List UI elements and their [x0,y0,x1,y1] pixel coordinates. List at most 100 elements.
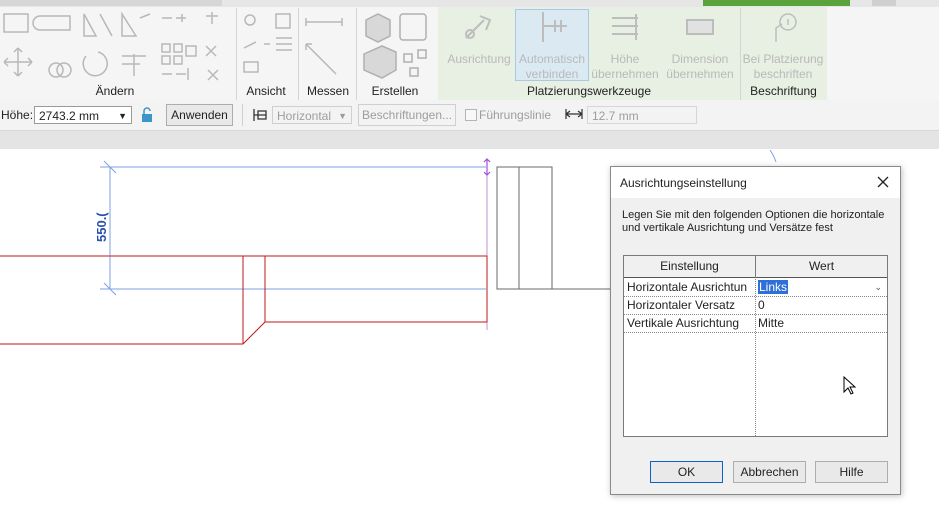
panel-label-aendern: Ändern [95,84,135,98]
contextual-tab-marker[interactable] [703,0,850,6]
pin-icon [205,45,217,57]
ausrichtung-label: Ausrichtung [447,52,511,66]
settings-grid[interactable]: Einstellung Wert Horizontale Ausrichtun … [623,255,888,437]
panel-label-platzierungswerkzeuge: Platzierungswerkzeuge [526,84,652,98]
tag-label-2: beschriften [753,67,813,81]
tag-on-placement-icon [775,13,797,42]
move-icon [3,47,33,77]
row-vertikale-ausrichtung-label: Vertikale Ausrichtung [627,316,740,330]
separator [242,104,243,126]
erstellen-tools-icons[interactable] [360,10,436,82]
abstand-field[interactable]: 12.7 mm [587,106,697,124]
red-element [0,255,488,345]
horizontal-value: Horizontal [277,109,332,123]
copy-icon [48,62,64,78]
auto-connect-label-1: Automatisch [518,52,586,66]
gray-element [496,166,610,290]
hide-icon [243,61,259,73]
abbrechen-button[interactable]: Abbrechen [733,461,806,483]
automatisch-verbinden-button[interactable]: Automatisch verbinden [515,9,589,81]
options-bar: Höhe: 2743.2 mm ▼ Anwenden Horizontal ▼ … [0,100,939,131]
row-horizontale-ausrichtung-label: Horizontale Ausrichtun [627,280,748,294]
tab-fragment-right[interactable] [872,0,896,6]
scale-icon [185,45,197,57]
dimension-label-2: übernehmen [666,67,734,81]
dialog-title-bar: Ausrichtungseinstellung [611,167,900,198]
linework-icon [275,13,291,29]
panel-separator [356,8,357,100]
hilfe-button[interactable]: Hilfe [815,461,888,483]
horizontale-ausrichtung-selected[interactable]: Links [758,280,789,294]
panel-label-messen: Messen [306,84,350,98]
chevron-down-icon[interactable]: ⌄ [874,278,882,296]
panel-separator [236,8,237,100]
dimension-value[interactable]: 550.( [94,212,109,242]
panel-separator [298,8,299,100]
bei-platzierung-beschriften-button[interactable]: Bei Platzierung beschriften [742,10,824,82]
panel-label-ansicht: Ansicht [246,84,286,98]
mirror-pick-axis-icon [83,13,113,37]
ausrichtung-button[interactable]: Ausrichtung [443,10,515,67]
rotate-icon [82,51,108,77]
tab-fragment[interactable] [0,0,222,6]
anwenden-button[interactable]: Anwenden [166,104,233,126]
hoehe-label-1: Höhe [610,52,640,66]
override-graphics-icon [244,14,256,26]
dimension-uebernehmen-button[interactable]: Dimension übernehmen [662,10,738,82]
beschriftungen-button[interactable]: Beschriftungen... [358,104,456,126]
chevron-down-icon: ▼ [338,111,347,121]
auto-connect-label-2: verbinden [525,67,579,81]
distance-icon [565,109,583,119]
unlock-icon[interactable] [141,107,155,123]
horizontal-select[interactable]: Horizontal ▼ [272,106,352,124]
dialog-description: Legen Sie mit den folgenden Optionen die… [622,209,884,235]
ansicht-tools-icons[interactable] [240,10,296,82]
dimension-label-1: Dimension [671,52,729,66]
paint-icon [243,41,270,49]
hoehe-value: 2743.2 mm [39,109,100,123]
ausrichtungseinstellung-dialog: Ausrichtungseinstellung Legen Sie mit de… [610,166,901,495]
ribbon: Ändern Ansicht Messen Erstellen Ausricht… [0,0,939,100]
auto-connect-icon [542,12,567,42]
panel-label-erstellen: Erstellen [371,84,419,98]
dialog-description-line-2: und vertikale Ausrichtung und Versätze f… [622,222,833,234]
align-icon [3,13,29,33]
mouse-cursor-icon [843,376,857,395]
thin-lines-icon [276,37,292,51]
close-icon[interactable] [877,176,889,188]
column-header-einstellung[interactable]: Einstellung [624,256,756,278]
row-horizontale-ausrichtung-value[interactable]: Links ⌄ [755,278,887,296]
partial-arc [769,150,777,163]
create-part-icon [365,13,391,43]
fuehrungslinie-label: Führungslinie [479,108,552,122]
measure-icon [305,18,343,26]
hoehe-label: Höhe: [1,108,34,122]
create-group-icon [399,13,427,41]
ok-button[interactable]: OK [650,461,723,483]
hoehe-select[interactable]: 2743.2 mm ▼ [34,106,132,124]
aendern-tools-icons[interactable] [0,10,236,82]
dialog-description-line-1: Legen Sie mit den folgenden Optionen die… [622,209,885,221]
mirror-draw-axis-icon [121,11,151,37]
offset-icon [32,15,71,31]
messen-tools-icons[interactable] [302,10,354,82]
hoehe-label-2: übernehmen [591,67,659,81]
row-horizontaler-versatz-value[interactable]: 0 [755,296,887,314]
ribbon-tab-strip [0,0,939,7]
row-vertikale-ausrichtung-value[interactable]: Mitte [755,314,887,332]
hoehe-uebernehmen-button[interactable]: Höhe übernehmen [590,10,660,82]
tag-label-1: Bei Platzierung [742,52,824,66]
justification-icon [253,109,267,121]
column-header-wert[interactable]: Wert [756,256,887,278]
split-icon [162,14,186,22]
trim-extend-icon [122,54,146,76]
fuehrungslinie-checkbox[interactable] [465,109,477,121]
aligned-dimension-icon [305,43,337,75]
panel-label-beschriftung: Beschriftung [750,84,817,98]
row-horizontaler-versatz-label: Horizontaler Versatz [627,298,736,312]
row-divider [624,332,887,333]
dialog-title: Ausrichtungseinstellung [620,176,747,190]
inherit-elevation-icon [612,14,638,40]
create-assembly-icon [363,45,397,79]
ausrichtung-icon [465,15,492,39]
